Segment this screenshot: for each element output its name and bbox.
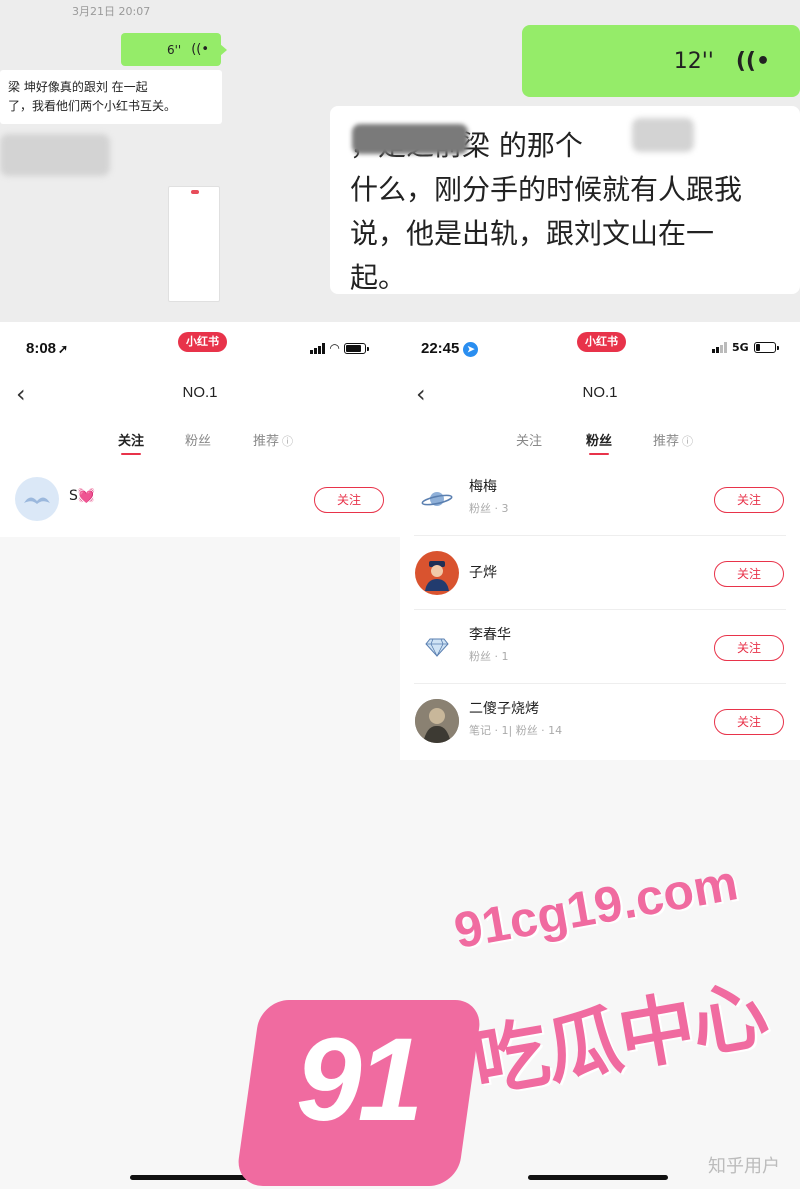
- voice-message-small[interactable]: 6'' ((•: [121, 33, 227, 66]
- page-title: NO.1: [182, 384, 218, 401]
- tab-bar: 关注 粉丝 推荐 ⓘ: [0, 430, 400, 460]
- message-line: 梁 坤好像真的跟刘 在一起: [8, 80, 148, 94]
- battery-icon: [344, 342, 370, 354]
- status-bar-time: 22:45 ➤: [421, 340, 479, 357]
- chat-timestamp: 3月21日 20:07: [72, 5, 151, 18]
- user-meta: 笔记 · 1| 粉丝 · 14: [469, 724, 563, 737]
- user-meta: 粉丝 · 1: [469, 650, 509, 663]
- status-bar-right: 5G: [712, 341, 779, 354]
- list-item[interactable]: 二傻子烧烤 笔记 · 1| 粉丝 · 14 关注: [400, 684, 800, 758]
- tab-label: 推荐: [653, 434, 680, 449]
- follow-button[interactable]: 关注: [714, 487, 784, 513]
- status-time-text: 8:08: [26, 340, 57, 357]
- avatar: [15, 477, 59, 521]
- user-meta: 粉丝 · 3: [469, 502, 509, 515]
- bubble-tail: [220, 44, 227, 56]
- person-icon: [425, 561, 449, 591]
- info-icon: ⓘ: [682, 435, 694, 448]
- chat-message-small: 梁 坤好像真的跟刘 在一起 了，我看他们两个小红书互关。: [0, 70, 222, 124]
- blurred-content: [0, 134, 110, 176]
- tab-bar: 关注 粉丝 推荐 ⓘ: [400, 430, 800, 460]
- message-line: 了，我看他们两个小红书互关。: [8, 99, 177, 113]
- tab-following[interactable]: 关注: [118, 430, 144, 455]
- avatar: [415, 625, 459, 669]
- message-line: 起。: [350, 261, 407, 294]
- voice-message-large[interactable]: 12'' ((•: [522, 25, 800, 97]
- follow-button[interactable]: 关注: [714, 561, 784, 587]
- tab-followers[interactable]: 粉丝: [185, 430, 211, 449]
- info-icon: ⓘ: [282, 435, 294, 448]
- page-title: NO.1: [582, 384, 618, 401]
- planet-icon: [421, 492, 453, 506]
- phone-content: 8:08 ➚ 小红书 ◠ ‹ NO.1 关注 粉丝 推荐 ⓘ S💓 关注: [0, 322, 400, 537]
- status-bar-time: 8:08 ➚: [26, 340, 68, 357]
- app-badge: 小红书: [577, 332, 626, 352]
- message-line: 说，他是出轨，跟刘文山在一: [350, 217, 715, 250]
- tab-following[interactable]: 关注: [516, 430, 542, 449]
- voice-duration: 6'': [166, 42, 182, 57]
- telegram-icon: ➤: [463, 342, 479, 357]
- wifi-icon: ◠: [330, 341, 340, 355]
- user-name: S💓: [69, 488, 96, 504]
- network-label: 5G: [732, 341, 749, 354]
- list-item[interactable]: 李春华 粉丝 · 1 关注: [400, 610, 800, 684]
- phone-content: 22:45 ➤ 小红书 5G ‹ NO.1 关注 粉丝 推荐 ⓘ 梅梅 粉丝 · 3…: [400, 322, 800, 760]
- photo-icon: [415, 699, 459, 743]
- signal-icon: [310, 342, 325, 354]
- list-item[interactable]: 子烨 关注: [400, 536, 800, 610]
- voice-wave-icon: ((•: [191, 42, 209, 57]
- message-line: 什么，刚分手的时候就有人跟我: [350, 173, 743, 206]
- wings-icon: [24, 497, 50, 504]
- avatar: [415, 551, 459, 595]
- blurred-content: [352, 124, 468, 154]
- voice-duration: 12'': [673, 48, 714, 74]
- follow-button[interactable]: 关注: [314, 487, 384, 513]
- battery-icon: [753, 342, 779, 353]
- watermark-number: 91: [296, 1014, 423, 1146]
- status-bar-right: ◠: [310, 341, 370, 355]
- tab-label: 推荐: [253, 434, 280, 449]
- image-thumbnail[interactable]: [168, 186, 220, 302]
- tab-recommended[interactable]: 推荐 ⓘ: [653, 430, 693, 449]
- user-name: 李春华: [469, 627, 511, 643]
- avatar: [415, 699, 459, 743]
- thumbnail-badge: [191, 190, 199, 194]
- source-credit: 知乎用户: [708, 1156, 780, 1177]
- avatar: [415, 477, 459, 521]
- location-arrow-icon: ➚: [58, 342, 69, 356]
- user-name: 子烨: [469, 565, 497, 581]
- diamond-icon: [425, 638, 449, 657]
- tab-followers[interactable]: 粉丝: [586, 430, 612, 455]
- home-indicator: [528, 1175, 668, 1180]
- user-name: 梅梅: [469, 479, 497, 495]
- blurred-content: [632, 118, 694, 152]
- signal-icon: [712, 342, 727, 353]
- voice-wave-icon: ((•: [735, 48, 770, 74]
- list-item[interactable]: 梅梅 粉丝 · 3 关注: [400, 462, 800, 536]
- app-badge: 小红书: [178, 332, 227, 352]
- list-item[interactable]: S💓 关注: [0, 462, 400, 536]
- chat-screenshot: 3月21日 20:07 6'' ((• 梁 坤好像真的跟刘 在一起 了，我看他们…: [0, 0, 800, 322]
- tab-recommended[interactable]: 推荐 ⓘ: [253, 430, 293, 449]
- follow-button[interactable]: 关注: [714, 709, 784, 735]
- status-time-text: 22:45: [421, 340, 460, 357]
- follow-button[interactable]: 关注: [714, 635, 784, 661]
- user-name: 二傻子烧烤: [469, 701, 539, 717]
